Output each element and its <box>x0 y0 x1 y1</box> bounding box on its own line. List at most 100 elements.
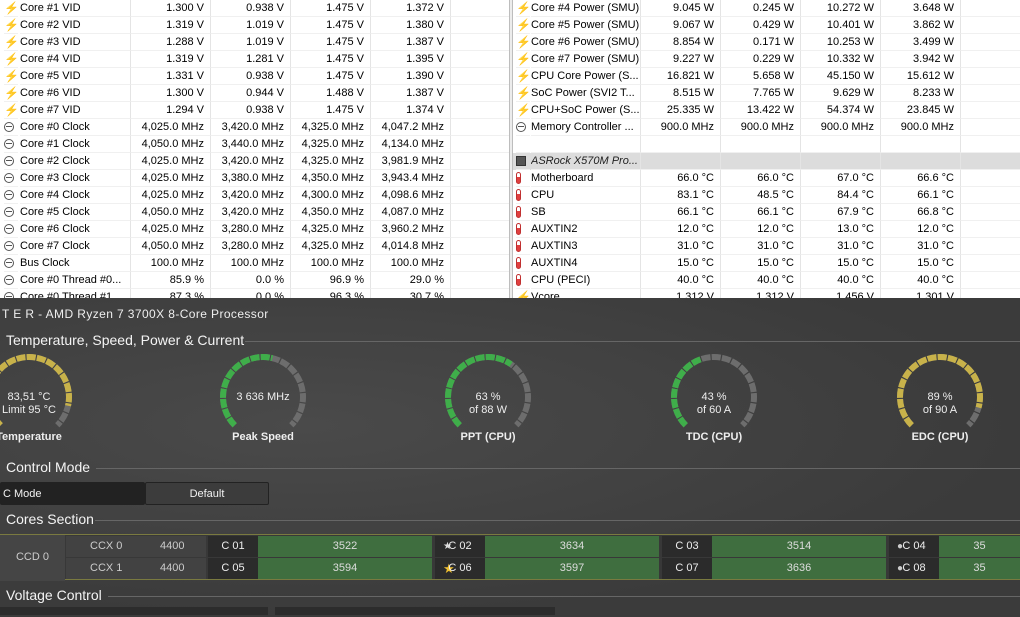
ccx-frequency[interactable]: 4400 <box>160 558 184 579</box>
sensor-max: 67.9 °C <box>801 204 881 221</box>
sensor-row[interactable]: CPU (PECI) 40.0 °C 40.0 °C 40.0 °C 40.0 °C <box>513 272 1020 289</box>
sensor-row[interactable]: ⚡ CPU Core Power (S... 16.821 W 5.658 W 45.1… <box>513 68 1020 85</box>
sensor-row[interactable]: ⚡ Core #4 Power (SMU) 9.045 W 0.245 W 10.272… <box>513 0 1020 17</box>
core-cell-c06[interactable]: ★ C 06 3597 <box>435 558 659 579</box>
core-cell-c05[interactable]: C 05 3594 <box>208 558 432 579</box>
core-name: C 05 <box>221 562 245 574</box>
sensor-row[interactable]: Core #4 Clock 4,025.0 MHz 3,420.0 MHz 4,300… <box>0 187 509 204</box>
sensor-cur: 83.1 °C <box>641 187 721 204</box>
bolt-icon: ⚡ <box>516 86 530 100</box>
sensor-avg: 40.0 °C <box>881 272 961 289</box>
core-cell-c08[interactable]: ● C 08 35 <box>889 558 1020 579</box>
ccx-frequency[interactable]: 4400 <box>160 536 184 557</box>
sensor-row[interactable]: ⚡ Core #5 Power (SMU) 9.067 W 0.429 W 10.401… <box>513 17 1020 34</box>
core-cell-c04[interactable]: ● C 04 35 <box>889 536 1020 557</box>
gauge-limit: of 60 A <box>696 404 732 416</box>
sensor-row[interactable]: Core #0 Clock 4,025.0 MHz 3,420.0 MHz 4,325… <box>0 119 509 136</box>
sensor-max: 10.253 W <box>801 34 881 51</box>
sensor-row[interactable]: ⚡ Core #4 VID 1.319 V 1.281 V 1.475 V 1.395 V <box>0 51 509 68</box>
sensor-row[interactable]: AUXTIN3 31.0 °C 31.0 °C 31.0 °C 31.0 °C <box>513 238 1020 255</box>
core-frequency[interactable]: 35 <box>939 558 1020 579</box>
sensor-row[interactable]: ⚡ Vcore 1.312 V 1.312 V 1.456 V 1.301 V <box>513 289 1020 298</box>
sensor-name: Core #2 VID <box>20 17 131 34</box>
sensor-max: 96.3 % <box>291 289 371 298</box>
bolt-icon: ⚡ <box>516 35 530 49</box>
sensor-min: 3,380.0 MHz <box>211 170 291 187</box>
sensor-cur: 4,025.0 MHz <box>131 153 211 170</box>
core-frequency[interactable]: 3634 <box>485 536 659 557</box>
sensor-row[interactable]: CPU 83.1 °C 48.5 °C 84.4 °C 66.1 °C <box>513 187 1020 204</box>
sensor-row[interactable]: ⚡ Core #7 Power (SMU) 9.227 W 0.229 W 10.332… <box>513 51 1020 68</box>
clock-icon <box>4 272 14 288</box>
sensor-min: 5.658 W <box>721 68 801 85</box>
sensor-max: 100.0 MHz <box>291 255 371 272</box>
empty-cell <box>451 85 509 102</box>
sensor-row[interactable]: ⚡ Core #3 VID 1.288 V 1.019 V 1.475 V 1.387 V <box>0 34 509 51</box>
control-mode-default-button[interactable]: Default <box>145 482 269 505</box>
sensor-cur: 15.0 °C <box>641 255 721 272</box>
core-name: C 07 <box>675 562 699 574</box>
core-cell-c02[interactable]: ★ C 02 3634 <box>435 536 659 557</box>
sensor-row[interactable]: Core #0 Thread #0... 85.9 % 0.0 % 96.9 % 29.… <box>0 272 509 289</box>
core-frequency[interactable]: 3636 <box>712 558 886 579</box>
ryzen-master-panel: T E R - AMD Ryzen 7 3700X 8-Core Process… <box>0 298 1020 617</box>
sensor-min: 66.1 °C <box>721 204 801 221</box>
core-frequency[interactable]: 3522 <box>258 536 432 557</box>
sensor-row[interactable]: Core #6 Clock 4,025.0 MHz 3,280.0 MHz 4,325… <box>0 221 509 238</box>
core-cell-c03[interactable]: C 03 3514 <box>662 536 886 557</box>
sensor-min: 0.938 V <box>211 102 291 119</box>
sensor-row[interactable]: AUXTIN2 12.0 °C 12.0 °C 13.0 °C 12.0 °C <box>513 221 1020 238</box>
control-mode-option[interactable]: C Mode <box>0 482 145 505</box>
sensor-row[interactable]: ⚡ Core #7 VID 1.294 V 0.938 V 1.475 V 1.374 V <box>0 102 509 119</box>
sensor-row[interactable]: ⚡ Core #6 VID 1.300 V 0.944 V 1.488 V 1.387 V <box>0 85 509 102</box>
sensor-row[interactable]: ⚡ Core #1 VID 1.300 V 0.938 V 1.475 V 1.372 V <box>0 0 509 17</box>
voltage-control-field[interactable] <box>0 607 268 615</box>
core-name: C 08 <box>902 562 926 574</box>
sensor-name: CPU (PECI) <box>531 272 641 289</box>
empty-cell <box>961 34 1020 51</box>
sensor-row[interactable]: Core #7 Clock 4,050.0 MHz 3,280.0 MHz 4,325… <box>0 238 509 255</box>
core-frequency[interactable]: 3597 <box>485 558 659 579</box>
sensor-row[interactable] <box>513 136 1020 153</box>
sensor-row[interactable]: ⚡ SoC Power (SVI2 T... 8.515 W 7.765 W 9.629… <box>513 85 1020 102</box>
sensor-row[interactable]: AUXTIN4 15.0 °C 15.0 °C 15.0 °C 15.0 °C <box>513 255 1020 272</box>
sensor-row[interactable]: ⚡ CPU+SoC Power (S... 25.335 W 13.422 W 54.3… <box>513 102 1020 119</box>
sensor-cur: 900.0 MHz <box>641 119 721 136</box>
sensor-row[interactable]: SB 66.1 °C 66.1 °C 67.9 °C 66.8 °C <box>513 204 1020 221</box>
sensor-name: Core #4 VID <box>20 51 131 68</box>
sensor-name: Core #5 VID <box>20 68 131 85</box>
bolt-icon: ⚡ <box>4 69 18 83</box>
sensor-row[interactable]: Motherboard 66.0 °C 66.0 °C 67.0 °C 66.6 °C <box>513 170 1020 187</box>
sensor-row[interactable]: ⚡ Core #2 VID 1.319 V 1.019 V 1.475 V 1.380 V <box>0 17 509 34</box>
sensor-avg <box>881 136 961 153</box>
sensor-group-header[interactable]: ASRock X570M Pro... <box>513 153 1020 170</box>
voltage-control-field[interactable] <box>275 607 555 615</box>
sensor-row[interactable]: ⚡ Core #6 Power (SMU) 8.854 W 0.171 W 10.253… <box>513 34 1020 51</box>
sensor-row[interactable]: ⚡ Core #5 VID 1.331 V 0.938 V 1.475 V 1.390 V <box>0 68 509 85</box>
sensor-cur <box>641 136 721 153</box>
empty-cell <box>451 136 509 153</box>
empty-cell <box>961 68 1020 85</box>
core-cell-c01[interactable]: C 01 3522 <box>208 536 432 557</box>
core-cell-c07[interactable]: C 07 3636 <box>662 558 886 579</box>
sensor-table-right[interactable]: ⚡ Core #4 Power (SMU) 9.045 W 0.245 W 10.272… <box>513 0 1020 298</box>
sensor-table-left[interactable]: ⚡ Core #1 VID 1.300 V 0.938 V 1.475 V 1.372 V… <box>0 0 509 298</box>
core-frequency[interactable]: 3594 <box>258 558 432 579</box>
sensor-row[interactable]: Core #0 Thread #1... 87.3 % 0.0 % 96.3 % 30.… <box>0 289 509 298</box>
sensor-min: 0.245 W <box>721 0 801 17</box>
core-frequency[interactable]: 35 <box>939 536 1020 557</box>
core-frequency[interactable]: 3514 <box>712 536 886 557</box>
sensor-row[interactable]: Core #1 Clock 4,050.0 MHz 3,440.0 MHz 4,325… <box>0 136 509 153</box>
sensor-row[interactable]: Bus Clock 100.0 MHz 100.0 MHz 100.0 MHz 100.… <box>0 255 509 272</box>
sensor-row[interactable]: Core #3 Clock 4,025.0 MHz 3,380.0 MHz 4,350… <box>0 170 509 187</box>
sensor-min: 1.019 V <box>211 17 291 34</box>
sensor-row[interactable]: Core #5 Clock 4,050.0 MHz 3,420.0 MHz 4,350… <box>0 204 509 221</box>
sensor-row[interactable]: Core #2 Clock 4,025.0 MHz 3,420.0 MHz 4,325… <box>0 153 509 170</box>
sensor-max: 10.272 W <box>801 0 881 17</box>
sensor-avg: 1.301 V <box>881 289 961 298</box>
thermometer-icon <box>516 204 521 220</box>
sensor-row[interactable]: Memory Controller ... 900.0 MHz 900.0 MHz 9… <box>513 119 1020 136</box>
sensor-max: 1.475 V <box>291 34 371 51</box>
sensor-avg: 4,134.0 MHz <box>371 136 451 153</box>
sensor-cur: 4,025.0 MHz <box>131 187 211 204</box>
